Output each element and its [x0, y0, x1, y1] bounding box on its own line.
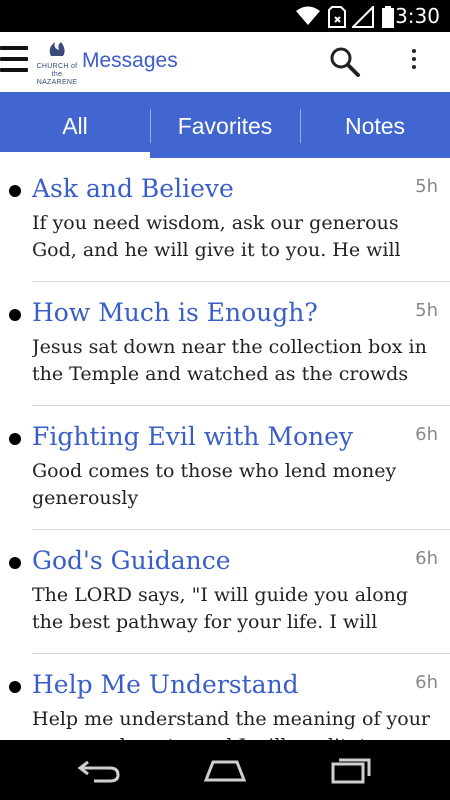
message-snippet: The LORD says, "I will guide you along t…	[32, 584, 409, 633]
status-time: 3:30	[395, 4, 440, 28]
home-icon[interactable]	[202, 754, 248, 786]
message-item[interactable]: Help Me Understand 6h Help me understand…	[0, 654, 450, 740]
tab-favorites[interactable]: Favorites	[150, 92, 300, 158]
message-time: 6h	[415, 424, 438, 445]
back-icon[interactable]	[76, 754, 122, 786]
message-snippet: Good comes to those who lend money gener…	[32, 460, 397, 509]
message-snippet: Help me understand the meaning of your c…	[32, 708, 431, 740]
unread-dot-icon	[9, 433, 21, 445]
message-title: God's Guidance	[32, 546, 231, 575]
sim-no-signal-icon	[328, 6, 346, 28]
message-title: Fighting Evil with Money	[32, 422, 354, 451]
church-logo: CHURCH of the NAZARENE	[34, 40, 80, 86]
menu-icon[interactable]	[0, 46, 28, 78]
message-list[interactable]: Ask and Believe 5h If you need wisdom, a…	[0, 158, 450, 740]
page-title: Messages	[82, 49, 178, 72]
status-bar: 3:30	[0, 0, 450, 32]
message-item[interactable]: God's Guidance 6h The LORD says, "I will…	[0, 530, 450, 654]
recent-apps-icon[interactable]	[329, 754, 375, 786]
tab-all[interactable]: All	[0, 92, 150, 158]
search-icon[interactable]	[329, 46, 361, 78]
app-bar: CHURCH of the NAZARENE Messages	[0, 32, 450, 92]
message-item[interactable]: Ask and Believe 5h If you need wisdom, a…	[0, 158, 450, 282]
signal-icon	[352, 6, 374, 28]
message-snippet: Jesus sat down near the collection box i…	[32, 336, 427, 385]
message-title: Ask and Believe	[32, 174, 234, 203]
wifi-icon	[296, 6, 320, 25]
message-title: How Much is Enough?	[32, 298, 318, 327]
logo-line-1: CHURCH of the	[36, 63, 78, 78]
message-item[interactable]: How Much is Enough? 5h Jesus sat down ne…	[0, 282, 450, 406]
message-item[interactable]: Fighting Evil with Money 6h Good comes t…	[0, 406, 450, 530]
logo-line-2: NAZARENE	[36, 79, 78, 86]
tab-notes[interactable]: Notes	[300, 92, 450, 158]
message-time: 5h	[415, 300, 438, 321]
message-title: Help Me Understand	[32, 670, 299, 699]
unread-dot-icon	[9, 309, 21, 321]
message-time: 6h	[415, 548, 438, 569]
unread-dot-icon	[9, 557, 21, 569]
unread-dot-icon	[9, 185, 21, 197]
battery-icon	[382, 6, 394, 28]
system-nav-bar	[0, 740, 450, 800]
tab-bar: All Favorites Notes	[0, 92, 450, 158]
message-time: 6h	[415, 672, 438, 693]
church-flame-icon	[49, 42, 65, 56]
message-time: 5h	[415, 176, 438, 197]
unread-dot-icon	[9, 681, 21, 693]
overflow-menu-icon[interactable]	[404, 46, 424, 78]
message-snippet: If you need wisdom, ask our generous God…	[32, 212, 401, 261]
